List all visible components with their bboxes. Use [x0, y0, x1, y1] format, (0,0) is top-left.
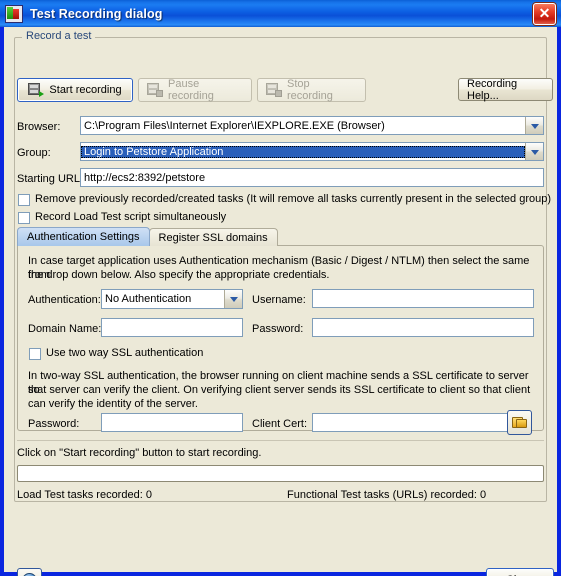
- starting-url-input[interactable]: http://ecs2:8392/petstore: [80, 168, 544, 187]
- recording-help-button[interactable]: Recording Help...: [458, 77, 553, 102]
- pause-recording-button[interactable]: Pause recording: [138, 78, 252, 102]
- test-recording-dialog: Test Recording dialog ✕ Record a test St…: [0, 0, 561, 576]
- browser-label: Browser:: [17, 121, 61, 133]
- record-load-test-checkbox[interactable]: [18, 212, 30, 224]
- chevron-down-icon[interactable]: [525, 143, 543, 160]
- password-input[interactable]: [312, 318, 534, 337]
- stop-camera-icon: [266, 83, 282, 97]
- client-cert-input[interactable]: [312, 413, 523, 432]
- close-icon: ✕: [538, 5, 551, 21]
- stop-recording-button[interactable]: Stop recording: [257, 78, 366, 102]
- auth-description-line2: the drop down below. Also specify the ap…: [28, 269, 330, 281]
- authentication-label: Authentication:: [28, 294, 101, 306]
- tab-authentication-settings-label: Authentication Settings: [27, 231, 140, 243]
- client-cert-label: Client Cert:: [252, 418, 308, 430]
- pause-recording-label: Pause recording: [168, 78, 214, 102]
- dialog-client-area: Record a test Start recording Pause reco…: [4, 27, 557, 576]
- tab-strip: Authentication Settings Register SSL dom…: [17, 227, 278, 246]
- close-window-button[interactable]: ✕: [533, 3, 556, 25]
- title-bar: Test Recording dialog ✕: [0, 0, 561, 28]
- browse-client-cert-button[interactable]: [507, 410, 532, 435]
- window-title: Test Recording dialog: [30, 6, 163, 21]
- authentication-settings-panel: In case target application uses Authenti…: [17, 245, 544, 435]
- chevron-down-icon[interactable]: [525, 117, 543, 134]
- group-combo-value: Login to Petstore Application: [81, 145, 525, 158]
- group-combo[interactable]: Login to Petstore Application: [80, 142, 544, 161]
- groupbox-legend: Record a test: [22, 30, 96, 42]
- authentication-combo-value: No Authentication: [105, 293, 192, 305]
- remove-tasks-label: Remove previously recorded/created tasks…: [35, 193, 552, 205]
- ssl-password-label: Password:: [28, 418, 80, 430]
- group-label: Group:: [17, 147, 51, 159]
- tab-register-ssl-domains[interactable]: Register SSL domains: [148, 228, 278, 246]
- status-separator: [17, 440, 544, 441]
- domain-name-input[interactable]: [101, 318, 243, 337]
- password-label: Password:: [252, 323, 304, 335]
- remove-tasks-checkbox-row[interactable]: Remove previously recorded/created tasks…: [18, 193, 551, 206]
- ssl-password-input[interactable]: [101, 413, 243, 432]
- close-button[interactable]: Close: [486, 568, 554, 576]
- username-input[interactable]: [312, 289, 534, 308]
- pause-camera-icon: [147, 83, 163, 97]
- domain-name-label: Domain Name:: [28, 323, 102, 335]
- two-way-ssl-checkbox-row[interactable]: Use two way SSL authentication: [29, 347, 203, 360]
- tab-register-ssl-domains-label: Register SSL domains: [158, 231, 268, 244]
- username-label: Username:: [252, 294, 306, 306]
- load-test-tasks-count: Load Test tasks recorded: 0: [17, 489, 152, 501]
- start-recording-label: Start recording: [49, 84, 122, 96]
- chevron-down-icon[interactable]: [224, 290, 242, 308]
- tab-authentication-settings[interactable]: Authentication Settings: [17, 227, 150, 246]
- settings-tab-panel: Authentication Settings Register SSL dom…: [17, 227, 544, 435]
- stop-recording-label: Stop recording: [287, 78, 333, 102]
- help-button[interactable]: ?: [17, 568, 42, 576]
- remove-tasks-checkbox[interactable]: [18, 194, 30, 206]
- two-way-ssl-checkbox[interactable]: [29, 348, 41, 360]
- app-icon: [5, 4, 23, 23]
- two-way-ssl-label: Use two way SSL authentication: [46, 347, 204, 359]
- folder-icon: [512, 417, 528, 429]
- starting-url-label: Starting URL:: [17, 173, 84, 185]
- browser-combo-value: C:\Program Files\Internet Explorer\IEXPL…: [84, 119, 385, 132]
- recording-help-label: Recording Help...: [467, 77, 518, 102]
- status-message: Click on "Start recording" button to sta…: [17, 447, 262, 459]
- record-load-test-label: Record Load Test script simultaneously: [35, 211, 227, 223]
- functional-test-tasks-count: Functional Test tasks (URLs) recorded: 0: [287, 489, 487, 501]
- ssl-description-line2: that server can verify the client. On ve…: [28, 384, 531, 396]
- authentication-combo[interactable]: No Authentication: [101, 289, 243, 309]
- starting-url-value: http://ecs2:8392/petstore: [84, 171, 206, 184]
- start-recording-button[interactable]: Start recording: [17, 78, 133, 102]
- record-camera-icon: [28, 83, 45, 97]
- recording-progress-bar: [17, 465, 544, 482]
- browser-combo[interactable]: C:\Program Files\Internet Explorer\IEXPL…: [80, 116, 544, 135]
- ssl-description-line3: can verify the identity of the server.: [28, 398, 198, 410]
- record-load-test-checkbox-row[interactable]: Record Load Test script simultaneously: [18, 211, 226, 224]
